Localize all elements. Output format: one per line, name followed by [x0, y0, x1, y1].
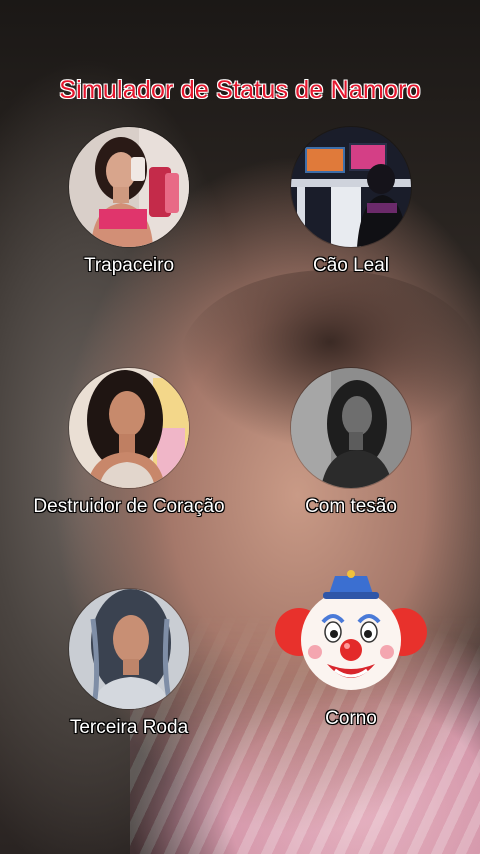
option-label: Corno [325, 708, 377, 729]
page-title: Simulador de Status de Namoro [59, 76, 421, 104]
avatar-trapaceiro [69, 127, 189, 247]
option-label: Cão Leal [312, 255, 390, 276]
option-corno[interactable]: Corno [251, 570, 451, 730]
avatar-terceira-roda [69, 589, 189, 709]
avatar-com-tesao [291, 368, 411, 488]
option-destruidor-de-coracao[interactable]: Destruidor de Coração [29, 368, 229, 518]
option-com-tesao[interactable]: Com tesão [251, 368, 451, 518]
option-label: Trapaceiro [83, 255, 175, 276]
option-cao-leal[interactable]: Cão Leal [251, 127, 451, 277]
option-terceira-roda[interactable]: Terceira Roda [29, 589, 229, 739]
option-label: Destruidor de Coração [33, 496, 225, 517]
clown-face-icon [275, 570, 427, 694]
avatar-destruidor-de-coracao [69, 368, 189, 488]
option-label: Com tesão [305, 496, 397, 517]
option-trapaceiro[interactable]: Trapaceiro [29, 127, 229, 277]
avatar-cao-leal [291, 127, 411, 247]
option-label: Terceira Roda [69, 717, 189, 738]
